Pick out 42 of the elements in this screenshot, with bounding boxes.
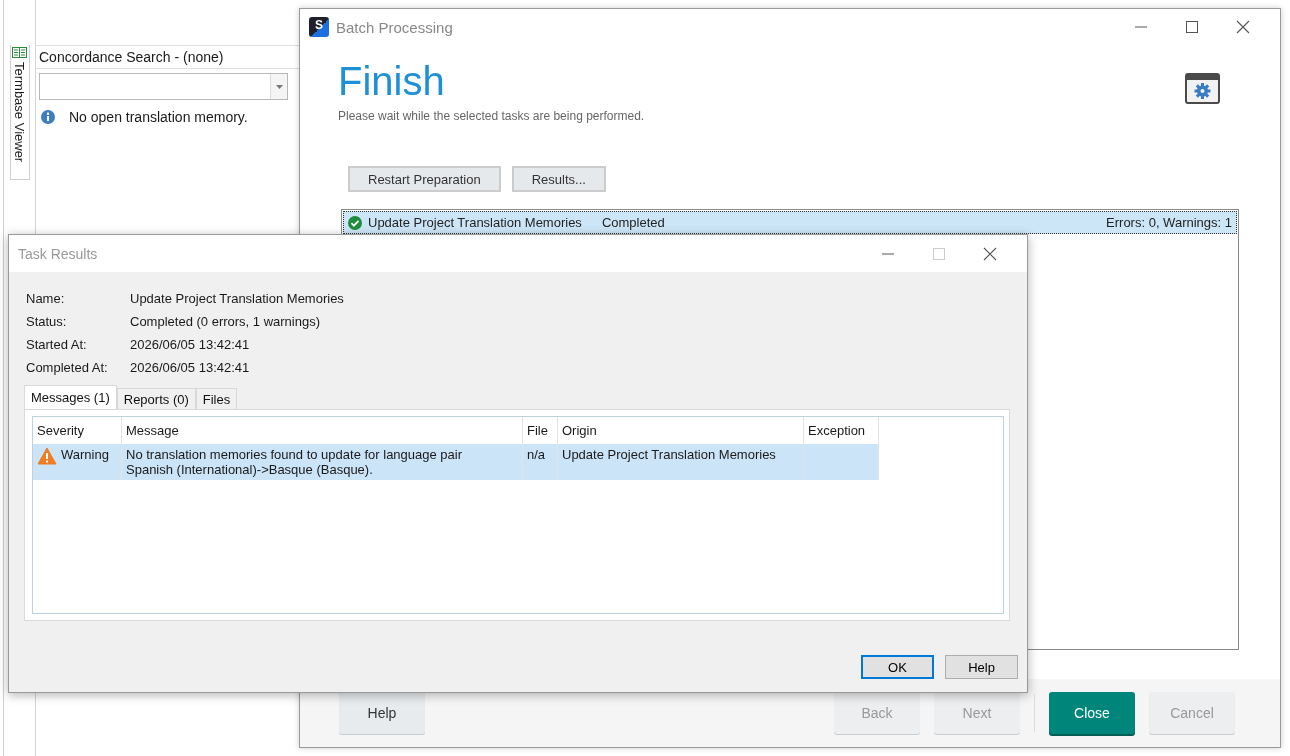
task-row[interactable]: Update Project Translation Memories Completed Errors: 0, Warnings: 1 xyxy=(343,211,1237,234)
task-status: Completed xyxy=(601,215,666,230)
tab[interactable]: Messages (1) xyxy=(24,385,117,409)
task-name: Update Project Translation Memories xyxy=(368,215,582,230)
field-label: Started At: xyxy=(26,337,88,352)
book-icon xyxy=(12,47,27,58)
window-title: Batch Processing xyxy=(336,18,454,36)
info-icon xyxy=(41,110,55,124)
footer-button[interactable]: Help xyxy=(339,692,425,734)
info-message: No open translation memory. xyxy=(69,109,248,125)
tab[interactable]: Reports (0) xyxy=(116,388,196,409)
field-value: Update Project Translation Memories xyxy=(130,291,345,306)
field-label: Name: xyxy=(26,291,66,306)
dropdown-arrow-icon[interactable] xyxy=(275,84,283,89)
severity-text: Warning xyxy=(61,447,109,462)
task-summary: Errors: 0, Warnings: 1 xyxy=(1106,215,1232,230)
field-label: Completed At: xyxy=(26,360,109,375)
dialog-button[interactable]: Help xyxy=(945,655,1018,679)
dialog-title: Task Results xyxy=(18,245,99,262)
field-value: Completed (0 errors, 1 warnings) xyxy=(130,314,322,329)
file-cell: n/a xyxy=(522,444,558,480)
termbase-viewer-tab[interactable]: Termbase Viewer xyxy=(9,45,30,180)
page-subtitle: Please wait while the selected tasks are being performed. xyxy=(338,109,646,123)
message-cell: No translation memories found to update for language pair Spanish (International)->Basque (Basque). xyxy=(121,444,523,480)
check-circle-icon xyxy=(348,215,362,230)
dialog-button[interactable]: OK xyxy=(861,655,934,679)
search-field[interactable] xyxy=(39,73,288,100)
field-value: 2026/06/05 13:42:41 xyxy=(130,337,251,352)
field-label: Status: xyxy=(26,314,68,329)
tab[interactable]: Files xyxy=(195,388,238,409)
field-value: 2026/06/05 13:42:41 xyxy=(130,360,251,375)
action-button[interactable]: Restart Preparation xyxy=(348,166,501,192)
app-logo: S xyxy=(309,17,329,37)
footer-button[interactable]: Close xyxy=(1049,692,1135,734)
settings-window-icon xyxy=(1185,73,1220,104)
page-heading: Finish xyxy=(338,59,446,103)
maximize-icon[interactable] xyxy=(1185,20,1199,34)
action-button[interactable]: Results... xyxy=(511,166,606,192)
close-icon[interactable] xyxy=(983,246,997,261)
warning-icon xyxy=(37,447,57,465)
close-icon[interactable] xyxy=(1236,20,1250,34)
origin-cell: Update Project Translation Memories xyxy=(557,444,804,480)
